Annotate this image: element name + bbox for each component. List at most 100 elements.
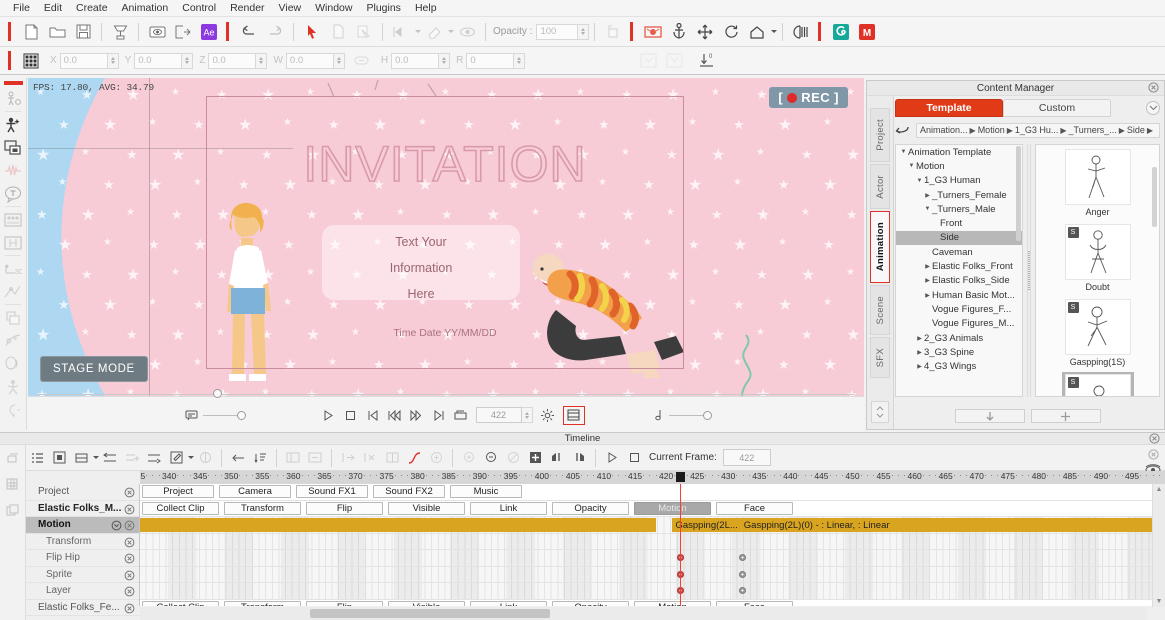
tree-node-vogue-figures-m[interactable]: Vogue Figures_M... bbox=[896, 317, 1022, 331]
chevron-right-icon[interactable]: ▶ bbox=[923, 263, 932, 270]
clip-button-flip[interactable]: Flip bbox=[306, 601, 383, 607]
track-close-icon[interactable] bbox=[124, 520, 135, 531]
physics-icon[interactable] bbox=[0, 329, 26, 352]
opacity-stepper[interactable] bbox=[578, 24, 589, 40]
tree-node-elastic-folks-side[interactable]: ▶Elastic Folks_Side bbox=[896, 274, 1022, 288]
thumbnail-grid[interactable]: AngerSDoubtSGaspping(1S)SGaspping(2L) bbox=[1035, 144, 1160, 397]
actor-puppet-icon[interactable] bbox=[0, 113, 26, 136]
clip-button-visible[interactable]: Visible bbox=[388, 601, 465, 607]
tree-node-2-g3-animals[interactable]: ▶2_G3 Animals bbox=[896, 331, 1022, 345]
home-icon[interactable] bbox=[746, 21, 768, 43]
toolbox-icon[interactable] bbox=[109, 21, 131, 43]
thumbnail-scrollbar[interactable] bbox=[1152, 167, 1157, 227]
anchor-icon[interactable] bbox=[668, 21, 690, 43]
playhead-marker[interactable] bbox=[676, 472, 685, 482]
clip-button-motion[interactable]: Motion bbox=[634, 601, 711, 607]
select-arrow-icon[interactable] bbox=[301, 21, 323, 43]
apply-down-button[interactable] bbox=[955, 409, 1025, 423]
menu-item-window[interactable]: Window bbox=[308, 1, 359, 15]
move-icon[interactable] bbox=[694, 21, 716, 43]
zoom-out-icon[interactable] bbox=[481, 448, 501, 468]
axis-input-r[interactable]: 0 bbox=[466, 53, 514, 69]
tree-scrollbar[interactable] bbox=[1016, 146, 1021, 241]
axis-input-y[interactable]: 0.0 bbox=[134, 53, 182, 69]
tree-node-3-g3-spine[interactable]: ▶3_G3 Spine bbox=[896, 345, 1022, 359]
scroll-up-arrow-icon[interactable]: ▲ bbox=[1153, 486, 1165, 493]
render-image-icon[interactable] bbox=[642, 21, 664, 43]
motion-clip-current[interactable]: Gaspping(2L...Gaspping(2L)(0) - : Linear… bbox=[672, 518, 1153, 532]
clip-button-camera[interactable]: Camera bbox=[219, 485, 291, 498]
viewport-zoom-slider[interactable] bbox=[28, 389, 864, 399]
stage-mode-button[interactable]: STAGE MODE bbox=[40, 356, 148, 382]
record-badge[interactable]: [ REC ] bbox=[769, 87, 848, 108]
tree-node-side[interactable]: Side bbox=[896, 231, 1022, 245]
breadcrumb[interactable]: Animation...▶Motion▶1_G3 Hu...▶_Turners_… bbox=[916, 123, 1160, 138]
cm-tab-actor[interactable]: Actor bbox=[870, 164, 890, 210]
track-name-elastic-folks-fe[interactable]: Elastic Folks_Fe... bbox=[26, 600, 139, 617]
timeline-horizontal-scrollbar[interactable] bbox=[140, 607, 1147, 620]
track-name-sprite[interactable]: Sprite bbox=[26, 567, 139, 584]
chevron-down-icon[interactable] bbox=[93, 456, 99, 459]
tree-node-front[interactable]: Front bbox=[896, 216, 1022, 230]
face-puppet-icon[interactable] bbox=[0, 159, 26, 182]
timeline-close-small-icon[interactable] bbox=[1148, 449, 1159, 460]
cm-tab-sfx[interactable]: SFX bbox=[870, 337, 890, 378]
axis-input-z[interactable]: 0.0 bbox=[208, 53, 256, 69]
track-close-icon[interactable] bbox=[124, 537, 135, 548]
clip-button-transform[interactable]: Transform bbox=[224, 502, 301, 515]
loop-icon[interactable] bbox=[450, 405, 472, 425]
head-icon[interactable] bbox=[0, 398, 26, 421]
track-name-project[interactable]: Project bbox=[26, 484, 139, 501]
thumbnail-item[interactable]: SGaspping(2L) bbox=[1062, 372, 1134, 397]
loop-clip-icon[interactable] bbox=[228, 448, 248, 468]
track-close-icon[interactable] bbox=[124, 487, 135, 498]
menu-item-edit[interactable]: Edit bbox=[37, 1, 69, 15]
tree-node--turners-female[interactable]: ▶_Turners_Female bbox=[896, 188, 1022, 202]
preview-viewport[interactable]: ★★★★★★★★★★★★★★★★★★★★★★★★★★★★★★★★★★★★★★★★… bbox=[28, 78, 864, 396]
chevron-right-icon[interactable]: ▶ bbox=[923, 192, 932, 199]
clip-button-sound-fx1[interactable]: Sound FX1 bbox=[296, 485, 368, 498]
tree-node-elastic-folks-front[interactable]: ▶Elastic Folks_Front bbox=[896, 259, 1022, 273]
keyframe-marker[interactable] bbox=[739, 554, 746, 561]
opacity-input[interactable]: 100 bbox=[536, 24, 578, 40]
open-folder-icon[interactable] bbox=[46, 21, 68, 43]
export-icon[interactable] bbox=[172, 21, 194, 43]
edit-pose-icon[interactable] bbox=[0, 87, 26, 110]
insert-track-icon[interactable] bbox=[144, 448, 164, 468]
invitation-textbox[interactable]: Text Your Information Here bbox=[322, 225, 520, 300]
track-lanes[interactable]: ProjectCameraSound FX1Sound FX2MusicColl… bbox=[140, 484, 1165, 606]
timeline-ruler[interactable]: 3353403453503553603653703753803853903954… bbox=[140, 471, 1165, 484]
track-lane[interactable]: ProjectCameraSound FX1Sound FX2Music bbox=[140, 484, 1165, 501]
timeline-grid-icon[interactable] bbox=[0, 471, 25, 497]
menu-item-plugins[interactable]: Plugins bbox=[359, 1, 407, 15]
sprite-editor-icon[interactable] bbox=[0, 136, 26, 159]
track-name-elastic-folks-m[interactable]: Elastic Folks_M... bbox=[26, 501, 139, 518]
chevron-down-icon[interactable]: ▼ bbox=[899, 149, 908, 155]
menu-item-animation[interactable]: Animation bbox=[115, 1, 176, 15]
timeline-layers-icon[interactable] bbox=[0, 445, 25, 471]
stop-icon[interactable] bbox=[340, 405, 362, 425]
select-all-icon[interactable] bbox=[49, 448, 69, 468]
track-name-transform[interactable]: Transform bbox=[26, 534, 139, 551]
chevron-down-icon[interactable]: ▼ bbox=[915, 178, 924, 184]
tab-custom[interactable]: Custom bbox=[1003, 99, 1111, 117]
bone-mirror-icon[interactable] bbox=[0, 231, 26, 254]
track-lane[interactable]: Collect ClipTransformFlipVisibleLinkOpac… bbox=[140, 501, 1165, 518]
clip-button-transform[interactable]: Transform bbox=[224, 601, 301, 607]
thumbnail-item[interactable]: SGaspping(1S) bbox=[1062, 297, 1134, 370]
track-lane[interactable] bbox=[140, 550, 1165, 567]
last-frame-icon[interactable] bbox=[428, 405, 450, 425]
popcorn-icon[interactable] bbox=[830, 21, 852, 43]
close-icon[interactable] bbox=[1148, 82, 1159, 93]
after-effects-icon[interactable]: Ae bbox=[198, 21, 220, 43]
tree-node-4-g3-wings[interactable]: ▶4_G3 Wings bbox=[896, 359, 1022, 373]
collect-clip-icon[interactable] bbox=[100, 448, 120, 468]
track-lane[interactable] bbox=[140, 534, 1165, 551]
undo-icon[interactable] bbox=[238, 21, 260, 43]
menu-item-help[interactable]: Help bbox=[408, 1, 444, 15]
axis-stepper-x[interactable] bbox=[108, 53, 119, 69]
transport-frame-input[interactable]: 422 bbox=[476, 407, 522, 423]
menu-item-file[interactable]: File bbox=[6, 1, 37, 15]
render-preview-icon[interactable] bbox=[565, 408, 583, 423]
subtitle-opacity-slider[interactable] bbox=[203, 411, 246, 420]
